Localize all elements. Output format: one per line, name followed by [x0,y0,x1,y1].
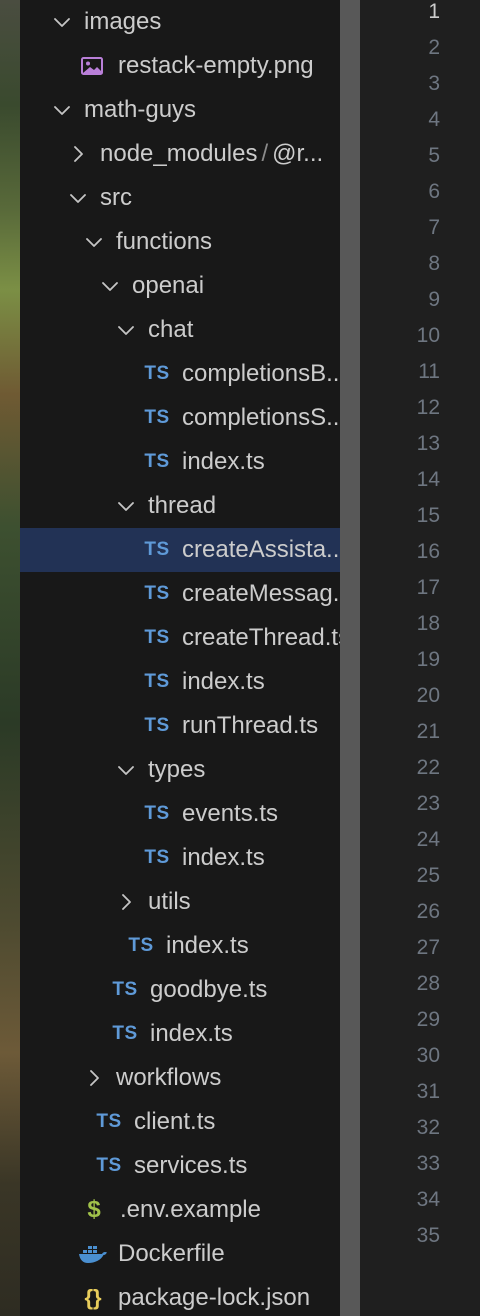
chevron-down-icon[interactable] [118,498,134,514]
editor-line-gutter: 1 2 3 4 5 6 7 8 9 10 11 12 13 14 15 16 17 18 19 20 21 22 23 24 2… [360,0,480,1316]
typescript-file-icon: TS [144,363,170,384]
chevron-down-icon[interactable] [54,14,70,30]
explorer-file-row[interactable]: TS index.ts [20,440,340,484]
explorer-folder-row[interactable]: images [20,0,340,44]
explorer-item-label: createThread.ts [182,624,340,651]
explorer-file-row[interactable]: TS createAssista... [20,528,340,572]
explorer-item-label: services.ts [134,1152,248,1179]
explorer-item-label: Dockerfile [118,1240,225,1267]
explorer-file-row[interactable]: TS services.ts [20,1144,340,1188]
explorer-item-label: index.ts [166,932,249,959]
typescript-file-icon: TS [144,627,170,648]
chevron-down-icon[interactable] [70,190,86,206]
explorer-file-row[interactable]: restack-empty.png [20,44,340,88]
explorer-folder-row[interactable]: workflows [20,1056,340,1100]
explorer-file-row[interactable]: TS index.ts [20,836,340,880]
typescript-file-icon: TS [144,803,170,824]
image-file-icon [80,55,104,77]
chevron-right-icon[interactable] [86,1070,102,1086]
chevron-right-icon[interactable] [70,146,86,162]
explorer-folder-row[interactable]: math-guys [20,88,340,132]
explorer-item-label: index.ts [182,448,265,475]
explorer-item-label: restack-empty.png [118,52,314,79]
explorer-file-row[interactable]: TS index.ts [20,924,340,968]
explorer-folder-row[interactable]: utils [20,880,340,924]
explorer-item-label: @r... [272,140,324,167]
typescript-file-icon: TS [112,979,138,1000]
explorer-item-label: workflows [116,1064,222,1091]
explorer-folder-row[interactable]: thread [20,484,340,528]
chevron-down-icon[interactable] [102,278,118,294]
explorer-item-label: completionsS... [182,404,340,431]
chevron-down-icon[interactable] [86,234,102,250]
explorer-folder-row[interactable]: types [20,748,340,792]
explorer-file-row[interactable]: Dockerfile [20,1232,340,1276]
typescript-file-icon: TS [144,847,170,868]
explorer-file-row[interactable]: {} package-lock.json [20,1276,340,1316]
explorer-item-label: package-lock.json [118,1284,311,1311]
explorer-item-label: goodbye.ts [150,976,268,1003]
explorer-item-label: functions [116,228,213,255]
file-explorer: images restack-empty.png math-guys node_mod… [20,0,340,1316]
explorer-item-label: index.ts [182,844,265,871]
explorer-file-row[interactable]: TS index.ts [20,660,340,704]
explorer-file-row[interactable]: TS createThread.ts [20,616,340,660]
explorer-file-row[interactable]: $ .env.example [20,1188,340,1232]
explorer-item-label: thread [148,492,217,519]
explorer-item-label: math-guys [84,96,197,123]
explorer-folder-row[interactable]: src [20,176,340,220]
chevron-right-icon[interactable] [118,894,134,910]
explorer-folder-row[interactable]: openai [20,264,340,308]
explorer-item-label: runThread.ts [182,712,319,739]
explorer-item-label: src [100,184,132,211]
explorer-item-label: index.ts [150,1020,233,1047]
chevron-down-icon[interactable] [118,762,134,778]
explorer-file-row[interactable]: TS completionsB... [20,352,340,396]
chevron-down-icon[interactable] [54,102,70,118]
explorer-item-label: chat [148,316,194,343]
typescript-file-icon: TS [112,1023,138,1044]
explorer-folder-row[interactable]: chat [20,308,340,352]
explorer-item-label: openai [132,272,205,299]
explorer-item-label: createMessag... [182,580,340,607]
explorer-scrollbar[interactable] [340,0,360,1316]
typescript-file-icon: TS [144,715,170,736]
explorer-item-label: node_modules [100,140,258,167]
explorer-file-row[interactable]: TS client.ts [20,1100,340,1144]
explorer-item-label: types [148,756,206,783]
dollar-env-icon: $ [87,1196,101,1223]
typescript-file-icon: TS [96,1111,122,1132]
explorer-item-label: utils [148,888,191,915]
typescript-file-icon: TS [144,407,170,428]
explorer-item-label: events.ts [182,800,279,827]
explorer-file-row[interactable]: TS createMessag... [20,572,340,616]
typescript-file-icon: TS [144,583,170,604]
explorer-item-label: createAssista... [182,536,340,563]
explorer-item-label: images [84,8,162,35]
explorer-item-label: .env.example [120,1196,261,1223]
compact-folder-separator: / [261,140,269,167]
explorer-file-row[interactable]: TS completionsS... [20,396,340,440]
explorer-item-label: index.ts [182,668,265,695]
explorer-file-row[interactable]: TS events.ts [20,792,340,836]
explorer-file-row[interactable]: TS index.ts [20,1012,340,1056]
json-braces-icon: {} [84,1285,102,1310]
typescript-file-icon: TS [128,935,154,956]
line-number: 35 [416,1224,440,1247]
docker-icon [78,1243,108,1265]
typescript-file-icon: TS [144,671,170,692]
explorer-folder-row[interactable]: node_modules / @r... [20,132,340,176]
chevron-down-icon[interactable] [118,322,134,338]
typescript-file-icon: TS [144,451,170,472]
explorer-item-label: completionsB... [182,360,340,387]
typescript-file-icon: TS [96,1155,122,1176]
explorer-file-row[interactable]: TS goodbye.ts [20,968,340,1012]
explorer-folder-row[interactable]: functions [20,220,340,264]
typescript-file-icon: TS [144,539,170,560]
explorer-file-row[interactable]: TS runThread.ts [20,704,340,748]
explorer-item-label: client.ts [134,1108,216,1135]
desktop-wallpaper-strip [0,0,20,1316]
